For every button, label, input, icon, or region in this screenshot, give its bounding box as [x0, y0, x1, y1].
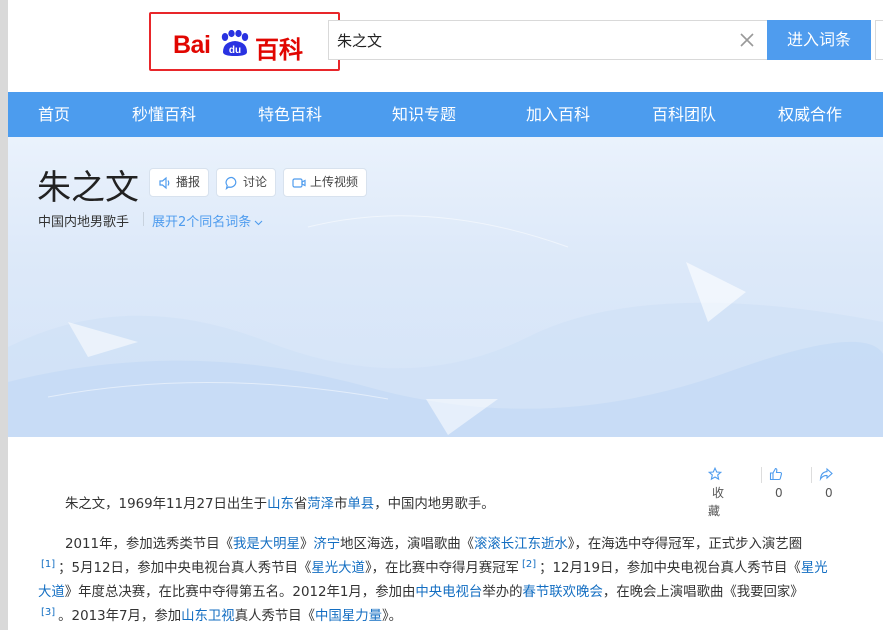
nav-item-topics[interactable]: 知识专题 — [392, 92, 456, 137]
logo-du: du — [229, 45, 241, 56]
actions-divider — [761, 467, 762, 483]
reference-1[interactable]: [1] — [38, 559, 58, 570]
link-heze[interactable]: 菏泽 — [307, 497, 334, 512]
text: 》年度总决赛，在比赛中夺得第五名。2012年1月，参加由 — [64, 585, 416, 600]
window-edge — [0, 0, 8, 630]
discuss-label: 讨论 — [243, 175, 268, 189]
text: 》 — [299, 537, 314, 552]
actions-divider — [811, 467, 812, 483]
entry-summary: 朱之文，1969年11月27日出生于山东省菏泽市单县，中国内地男歌手。 2011… — [38, 493, 828, 630]
nav-item-home[interactable]: 首页 — [38, 92, 70, 137]
secondary-search-button[interactable] — [875, 20, 883, 60]
star-icon — [707, 466, 723, 481]
text: ，中国内地男歌手。 — [374, 497, 495, 512]
share-button[interactable]: 0 — [819, 466, 833, 500]
summary-paragraph: 朱之文，1969年11月27日出生于山东省菏泽市单县，中国内地男歌手。 — [38, 493, 828, 517]
link-shandong[interactable]: 山东 — [267, 497, 294, 512]
upload-video-button[interactable]: 上传视频 — [283, 168, 368, 197]
entry-hero: 朱之文 播报 讨论 上传视频 中国内地男歌手 展开2个同名词条 — [8, 137, 883, 437]
text: 》，在比赛中夺得月赛冠军 — [364, 561, 519, 576]
link-shanxian[interactable]: 单县 — [347, 497, 374, 512]
upload-video-label: 上传视频 — [310, 175, 359, 189]
nav-item-team[interactable]: 百科团队 — [652, 92, 716, 137]
link-zhongguoxingliliang[interactable]: 中国星力量 — [315, 609, 382, 624]
text: 省 — [293, 497, 308, 512]
nav-item-partners[interactable]: 权威合作 — [778, 92, 842, 137]
logo-bai: Bai — [173, 31, 211, 59]
logo-baike: 百科 — [255, 36, 303, 64]
clear-icon[interactable] — [738, 31, 756, 49]
text: 举办的 — [482, 585, 523, 600]
text: 真人秀节目《 — [234, 609, 316, 624]
search-button[interactable]: 进入词条 — [767, 20, 871, 60]
entry-subtitle: 中国内地男歌手 — [38, 215, 130, 230]
link-shandong-tv[interactable]: 山东卫视 — [181, 609, 235, 624]
text: ，在晚会上演唱歌曲《我要回家》 — [602, 585, 804, 600]
reference-3[interactable]: [3] — [38, 607, 58, 618]
link-cctv[interactable]: 中央电视台 — [415, 585, 482, 600]
search-box — [328, 20, 768, 60]
baidu-baike-logo[interactable]: Bai du 百科 — [149, 12, 340, 71]
subtitle-divider — [143, 212, 144, 226]
broadcast-label: 播报 — [176, 175, 201, 189]
text: 市 — [334, 497, 348, 512]
text: 。2013年7月，参加 — [58, 609, 182, 624]
expand-homonyms-label: 展开2个同名词条 — [152, 215, 252, 230]
search-input[interactable] — [337, 29, 717, 51]
text: 2011年，参加选秀类节目《 — [65, 537, 233, 552]
discuss-button[interactable]: 讨论 — [216, 168, 277, 197]
link-xingguangdadao[interactable]: 星光大道 — [311, 561, 365, 576]
text: ；12月19日，参加中央电视台真人秀节目《 — [539, 561, 801, 576]
video-icon — [292, 178, 306, 188]
share-icon — [819, 467, 833, 482]
main-nav: 首页 秒懂百科 特色百科 知识专题 加入百科 百科团队 权威合作 — [8, 92, 883, 137]
nav-item-miaodong[interactable]: 秒懂百科 — [132, 92, 196, 137]
like-button[interactable]: 0 — [769, 466, 783, 500]
thumbs-up-icon — [769, 467, 783, 481]
paw-icon: du — [221, 30, 249, 56]
link-woshidamingxing[interactable]: 我是大明星 — [233, 537, 300, 552]
nav-item-featured[interactable]: 特色百科 — [258, 92, 322, 137]
link-jining[interactable]: 济宁 — [313, 537, 340, 552]
text: 》。 — [381, 609, 403, 624]
text: 朱之文，1969年11月27日出生于 — [65, 497, 268, 512]
expand-homonyms-link[interactable]: 展开2个同名词条 — [152, 211, 263, 230]
header: Bai du 百科 进入词条 — [8, 0, 883, 92]
speaker-icon — [159, 176, 170, 190]
link-chunwan[interactable]: 春节联欢晚会 — [523, 585, 603, 600]
favorite-button[interactable]: 收藏 — [707, 466, 724, 518]
broadcast-button[interactable]: 播报 — [149, 168, 210, 197]
entry-title: 朱之文 — [37, 168, 139, 208]
text: 》，在海选中夺得冠军，正式步入演艺圈 — [567, 537, 803, 552]
text: ；5月12日，参加中央电视台真人秀节目《 — [58, 561, 312, 576]
career-paragraph: 2011年，参加选秀类节目《我是大明星》济宁地区海选，演唱歌曲《滚滚长江东逝水》… — [38, 533, 828, 629]
text: 地区海选，演唱歌曲《 — [340, 537, 475, 552]
link-gungunchangjiang[interactable]: 滚滚长江东逝水 — [474, 537, 568, 552]
chevron-down-icon — [254, 220, 263, 225]
hero-background-art — [8, 215, 883, 437]
nav-item-join[interactable]: 加入百科 — [526, 92, 590, 137]
reference-2[interactable]: [2] — [519, 559, 539, 570]
chat-bubble-icon — [225, 176, 237, 190]
